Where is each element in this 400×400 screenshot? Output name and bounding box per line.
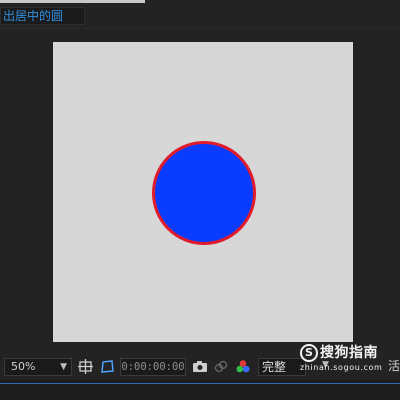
resolution-select[interactable]: 完整 bbox=[258, 358, 306, 376]
region-of-interest-icon[interactable] bbox=[77, 358, 95, 376]
active-panel-highlight bbox=[0, 383, 400, 384]
toolbar-trailing-label[interactable]: 活 bbox=[388, 358, 400, 374]
panel-top-highlight bbox=[0, 0, 145, 3]
snapshot-camera-icon[interactable] bbox=[191, 358, 209, 376]
viewer-toolbar: 50% ▼ 0:00:00:00 完整 ▼ 活 bbox=[0, 355, 400, 380]
transparency-grid-icon[interactable] bbox=[98, 358, 116, 376]
composition-tab-label: 出居中的圆 bbox=[3, 9, 64, 23]
timecode-display[interactable]: 0:00:00:00 bbox=[120, 358, 186, 376]
color-channels-icon[interactable] bbox=[234, 358, 252, 376]
chevron-down-icon: ▼ bbox=[60, 362, 67, 372]
zoom-select[interactable]: 50% ▼ bbox=[4, 358, 72, 376]
chevron-down-icon: ▼ bbox=[322, 360, 329, 370]
composition-tab[interactable]: 出居中的圆 bbox=[0, 7, 85, 25]
panel-divider bbox=[0, 28, 400, 29]
zoom-value: 50% bbox=[11, 360, 36, 373]
show-snapshot-icon[interactable] bbox=[212, 358, 230, 376]
resolution-value: 完整 bbox=[262, 360, 287, 374]
composition-canvas[interactable] bbox=[53, 42, 353, 342]
circle-shape-layer[interactable] bbox=[152, 141, 256, 245]
